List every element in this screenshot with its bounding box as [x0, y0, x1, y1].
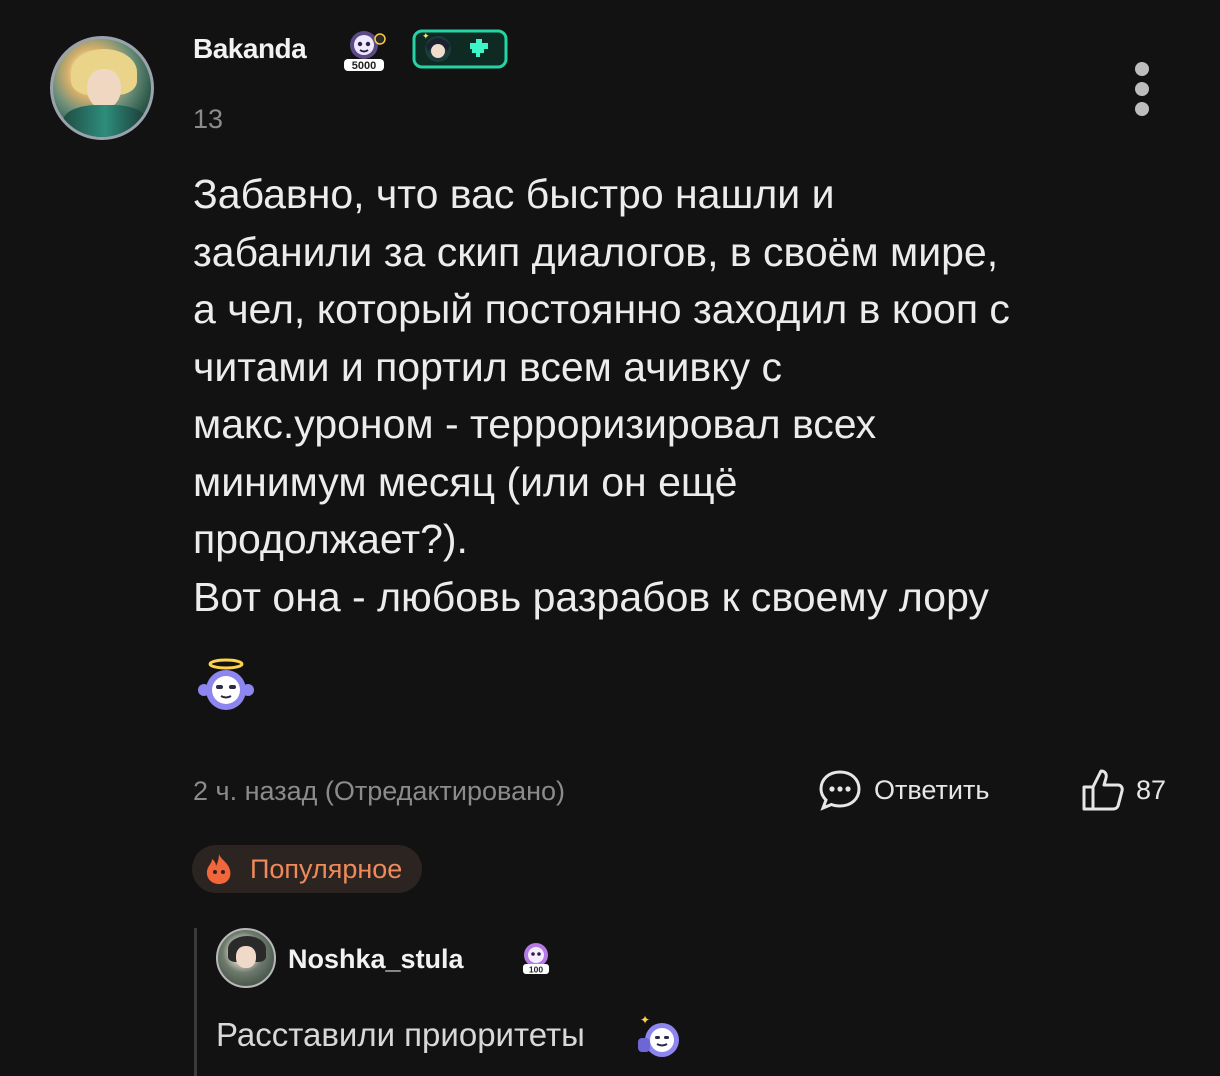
like-count: 87 — [1136, 774, 1167, 805]
reply-label: Ответить — [874, 774, 990, 805]
comment-text: Забавно, что вас быстро нашли и забанили… — [193, 171, 1010, 620]
user-avatar[interactable] — [50, 36, 154, 140]
speech-bubble-icon — [819, 770, 861, 811]
reply-user-avatar[interactable] — [216, 928, 276, 988]
thumbs-up-icon — [1082, 769, 1124, 811]
popular-label: Популярное — [250, 853, 403, 884]
user-level: 13 — [193, 104, 224, 134]
reply-text: Расставили приоритеты — [216, 1016, 585, 1053]
popular-badge: Популярное — [192, 845, 423, 893]
reply-button[interactable]: Ответить — [818, 766, 989, 814]
avatar-frame-badge-icon: ✦ — [412, 29, 508, 69]
reply-username[interactable]: Noshka_stula — [288, 944, 464, 975]
comment-username[interactable]: Bakanda — [193, 33, 307, 65]
thumbs-up-sticker-icon: ✦ — [638, 1013, 679, 1057]
more-vertical-icon[interactable] — [1128, 60, 1156, 120]
level-badge-icon: 5000 — [344, 31, 386, 72]
like-button[interactable]: 87 — [1080, 765, 1166, 815]
level-badge-text: 5000 — [352, 60, 376, 72]
svg-text:✦: ✦ — [422, 32, 430, 42]
svg-text:✦: ✦ — [640, 1013, 650, 1027]
comment-timestamp: 2 ч. назад (Отредактировано) — [193, 776, 566, 806]
reply-badge-text: 100 — [529, 965, 543, 975]
angel-sticker-icon — [198, 658, 254, 710]
reply-thread-line — [194, 928, 197, 1076]
reply-level-badge-icon: 100 — [523, 943, 549, 975]
fire-icon — [206, 854, 231, 884]
